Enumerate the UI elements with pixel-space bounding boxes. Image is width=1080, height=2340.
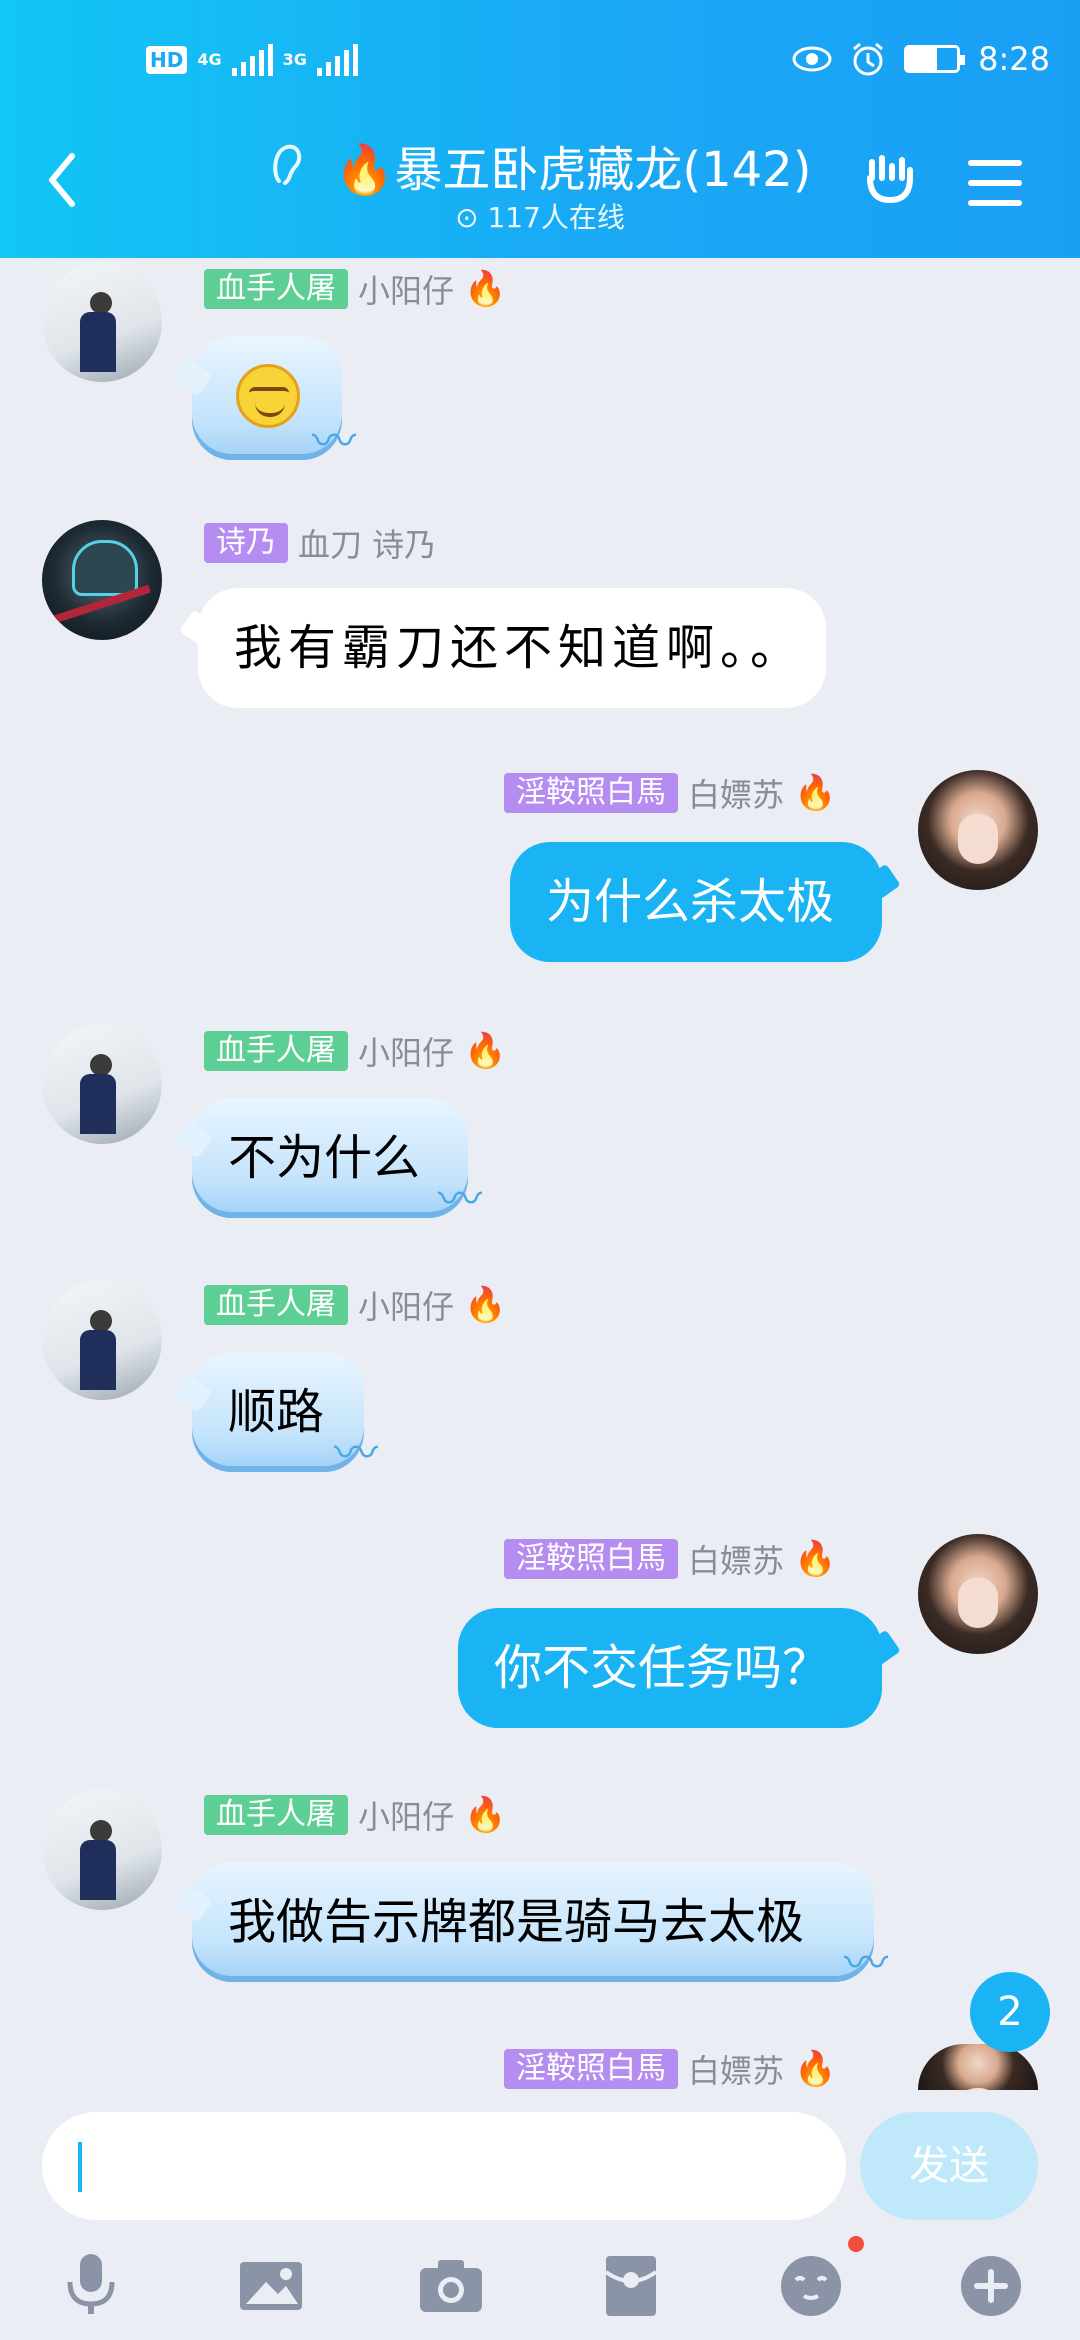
member-tag: 淫鞍照白馬 bbox=[504, 1539, 678, 1579]
avatar[interactable] bbox=[918, 1534, 1038, 1654]
smirk-emoji-icon bbox=[236, 364, 300, 428]
image-icon[interactable] bbox=[236, 2250, 306, 2320]
emoji-icon[interactable] bbox=[776, 2250, 846, 2320]
network-3g-label: 3G bbox=[282, 50, 307, 69]
plus-icon[interactable] bbox=[956, 2250, 1026, 2320]
text-caret bbox=[78, 2142, 82, 2192]
sender-name[interactable]: 小阳仔 bbox=[358, 1792, 454, 1838]
hand-gesture-icon[interactable] bbox=[860, 148, 920, 208]
avatar[interactable] bbox=[918, 2044, 1038, 2090]
member-tag: 诗乃 bbox=[204, 523, 288, 563]
eye-icon bbox=[792, 46, 832, 72]
message-bubble[interactable]: 不为什么 bbox=[192, 1098, 482, 1222]
fire-icon: 🔥 bbox=[794, 2049, 837, 2089]
member-tag: 血手人屠 bbox=[204, 1795, 348, 1835]
notification-dot bbox=[848, 2236, 864, 2252]
send-button[interactable]: 发送 bbox=[860, 2112, 1038, 2220]
sender-name[interactable]: 白嫖苏 bbox=[688, 1536, 784, 1582]
input-bar: 发送 bbox=[0, 2090, 1080, 2340]
message-bubble[interactable]: 你不交任务吗？ bbox=[458, 1608, 882, 1728]
signal-icon-2 bbox=[316, 44, 358, 76]
avatar[interactable] bbox=[918, 770, 1038, 890]
chat-header: HD 4G 3G 8:28 🔥暴五卧虎藏龙(142) ⊙ 117人在线 bbox=[0, 0, 1080, 258]
fire-icon: 🔥 bbox=[794, 1539, 837, 1579]
member-tag: 血手人屠 bbox=[204, 1285, 348, 1325]
clock: 8:28 bbox=[978, 40, 1050, 78]
microphone-icon[interactable] bbox=[56, 2250, 126, 2320]
avatar[interactable] bbox=[42, 262, 162, 382]
member-tag: 血手人屠 bbox=[204, 1031, 348, 1071]
unread-count-badge[interactable]: 2 bbox=[970, 1972, 1050, 2052]
online-check-icon: ⊙ bbox=[455, 201, 488, 234]
menu-icon[interactable] bbox=[968, 160, 1022, 206]
message-bubble[interactable]: 我做告示牌都是骑马去太极 bbox=[192, 1862, 888, 1986]
fire-icon: 🔥 bbox=[464, 1285, 507, 1325]
signal-icon bbox=[231, 44, 273, 76]
sender-name[interactable]: 小阳仔 bbox=[358, 1028, 454, 1074]
status-bar: HD 4G 3G 8:28 bbox=[0, 40, 1080, 90]
avatar[interactable] bbox=[42, 1280, 162, 1400]
ear-icon bbox=[272, 144, 301, 185]
network-4g-label: 4G bbox=[197, 50, 222, 69]
fire-icon: 🔥 bbox=[794, 773, 837, 813]
sender-name[interactable]: 血刀 诗乃 bbox=[298, 520, 436, 566]
alarm-icon bbox=[853, 42, 884, 76]
avatar[interactable] bbox=[42, 1024, 162, 1144]
fire-icon: 🔥 bbox=[464, 269, 507, 309]
member-tag: 血手人屠 bbox=[204, 269, 348, 309]
sender-name[interactable]: 小阳仔 bbox=[358, 1282, 454, 1328]
member-tag: 淫鞍照白馬 bbox=[504, 773, 678, 813]
toolbar bbox=[0, 2240, 1080, 2340]
sender-name[interactable]: 小阳仔 bbox=[358, 266, 454, 312]
sender-name[interactable]: 白嫖苏 bbox=[688, 2046, 784, 2092]
online-count[interactable]: 117人在线 bbox=[487, 201, 624, 234]
camera-icon[interactable] bbox=[416, 2250, 486, 2320]
message-bubble[interactable]: 为什么杀太极 bbox=[510, 842, 882, 962]
avatar[interactable] bbox=[42, 1790, 162, 1910]
red-packet-icon[interactable] bbox=[596, 2250, 666, 2320]
avatar[interactable] bbox=[42, 520, 162, 640]
group-title[interactable]: 🔥暴五卧虎藏龙(142) bbox=[335, 130, 812, 200]
message-bubble[interactable]: 顺路 bbox=[192, 1352, 378, 1476]
member-tag: 淫鞍照白馬 bbox=[504, 2049, 678, 2089]
fire-icon: 🔥 bbox=[464, 1031, 507, 1071]
message-bubble[interactable]: 我有霸刀还不知道啊。。 bbox=[198, 588, 826, 708]
battery-icon bbox=[904, 45, 966, 73]
hd-icon: HD bbox=[146, 46, 188, 74]
message-input[interactable] bbox=[42, 2112, 846, 2220]
fire-icon: 🔥 bbox=[464, 1795, 507, 1835]
sender-name[interactable]: 白嫖苏 bbox=[688, 770, 784, 816]
